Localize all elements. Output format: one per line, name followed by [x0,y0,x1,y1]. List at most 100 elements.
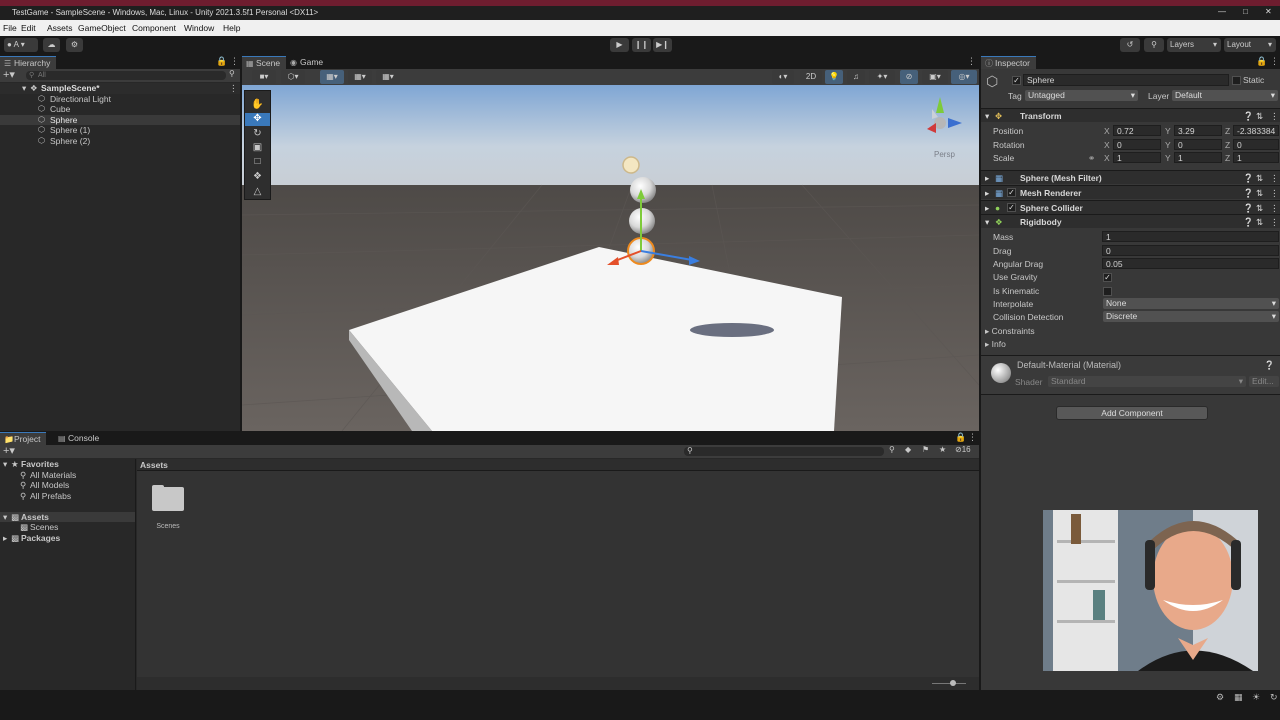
project-search-input[interactable]: ⚲ [684,446,884,456]
scene-viewport[interactable]: Persp ✋ ✥ ↻ ▣ □ ❖ △ [242,85,979,431]
mesh-renderer-enabled-checkbox[interactable]: ✓ [1007,188,1016,197]
scale-x-field[interactable]: 1 [1113,152,1161,163]
menu-assets[interactable]: Assets [47,23,73,33]
constraints-foldout[interactable]: ▸ Constraints [985,325,1035,337]
camera-dropdown[interactable]: ▣▾ [922,70,948,84]
interpolate-dropdown[interactable]: None ▾ [1103,298,1279,309]
tag-dropdown[interactable]: Untagged ▾ [1025,90,1138,101]
collab-icon[interactable]: ⚙ [66,38,83,52]
info-foldout[interactable]: ▸ Info [985,338,1006,350]
mass-field[interactable]: 1 [1102,231,1279,242]
hierarchy-item[interactable]: ⬡ Cube [0,104,240,115]
rotation-y-field[interactable]: 0 [1174,139,1222,150]
sphere-collider-component-header[interactable]: ▸ ● ✓ Sphere Collider ❔ ⇅ ⋮ [981,200,1280,214]
object-name-field[interactable]: Sphere [1023,74,1229,86]
bug-report-icon[interactable]: ⚙ [1216,692,1224,703]
icon-size-slider-thumb[interactable] [950,680,956,686]
shading-mode-dropdown[interactable]: ◐▾ [772,70,794,84]
custom-tool-icon[interactable]: △ [245,186,270,199]
scene-row[interactable]: ▾ ❖ SampleScene* ⋮ [0,83,240,94]
asset-grid-item[interactable]: Scenes [151,485,185,530]
preset-icon[interactable]: ⇅ [1256,201,1263,215]
breadcrumb-assets[interactable]: Assets [140,460,168,470]
menu-gameobject[interactable]: GameObject [78,23,126,33]
collision-detection-dropdown[interactable]: Discrete ▾ [1103,311,1279,322]
layers-dropdown[interactable]: Layers ▾ [1167,38,1221,52]
constrain-proportions-icon[interactable]: ⚭ [1088,153,1095,164]
step-button[interactable]: ▶❙ [653,38,672,52]
lock-icon[interactable]: 🔒 [216,56,227,67]
minimize-icon[interactable]: — [1218,7,1226,16]
lighting-toggle-icon[interactable]: 💡 [825,70,843,84]
favorite-item[interactable]: ⚲ All Prefabs [0,491,135,502]
favorite-item[interactable]: ⚲ All Models [0,480,135,491]
close-icon[interactable]: ✕ [1265,7,1272,16]
panel-menu-icon[interactable]: ⋮ [1270,56,1279,67]
use-gravity-checkbox[interactable]: ✓ [1103,273,1112,282]
draw-mode-dropdown[interactable]: ■▾ [252,70,276,84]
angular-drag-field[interactable]: 0.05 [1102,258,1279,269]
preset-icon[interactable]: ⇅ [1256,109,1263,123]
effects-dropdown[interactable]: ✦▾ [869,70,895,84]
menu-help[interactable]: Help [223,23,240,33]
create-icon[interactable]: +▾ [3,445,15,457]
transform-tool-icon[interactable]: ❖ [245,171,270,184]
move-tool-icon[interactable]: ✥ [245,113,270,126]
help-icon[interactable]: ❔ [1264,360,1275,371]
mesh-filter-component-header[interactable]: ▸ ▦ Sphere (Mesh Filter) ❔ ⇅ ⋮ [981,170,1280,184]
static-checkbox[interactable] [1232,76,1241,85]
scene-menu-icon[interactable]: ⋮ [229,83,238,94]
search-by-type-icon[interactable]: ⚲ [889,445,895,454]
scale-y-field[interactable]: 1 [1174,152,1222,163]
lock-icon[interactable]: 🔒 [1256,56,1267,67]
incremental-snap-dropdown[interactable]: ▦▾ [376,70,400,84]
shader-dropdown[interactable]: Standard ▾ [1048,376,1246,387]
gizmos-dropdown[interactable]: ◎▾ [951,70,977,84]
icon-size-slider-track[interactable] [932,683,966,684]
grid-snap-dropdown[interactable]: ▦▾ [320,70,344,84]
layer-dropdown[interactable]: Default ▾ [1172,90,1278,101]
active-checkbox[interactable]: ✓ [1012,76,1021,85]
rotate-tool-icon[interactable]: ↻ [245,128,270,141]
sphere-2-object[interactable] [630,177,656,203]
play-button[interactable]: ▶ [610,38,629,52]
component-menu-icon[interactable]: ⋮ [1270,201,1279,215]
progress-icon[interactable]: ↻ [1270,692,1278,703]
rotation-z-field[interactable]: 0 [1233,139,1279,150]
favorites-row[interactable]: ▾ ★ Favorites [0,459,135,470]
tab-scene[interactable]: ▦ Scene [242,56,287,69]
cache-server-icon[interactable]: ▦ [1234,692,1243,703]
preset-icon[interactable]: ⇅ [1256,186,1263,200]
scene-render[interactable]: Persp [242,85,979,431]
layout-dropdown[interactable]: Layout ▾ [1224,38,1276,52]
scene-visibility-icon[interactable]: ⚲ [229,69,235,78]
add-component-button[interactable]: Add Component [1056,406,1208,420]
preset-icon[interactable]: ⇅ [1256,215,1263,229]
menu-component[interactable]: Component [132,23,176,33]
help-icon[interactable]: ❔ [1243,186,1254,200]
help-icon[interactable]: ❔ [1243,215,1254,229]
search-icon[interactable]: ⚲ [1144,38,1164,52]
position-x-field[interactable]: 0.72 [1113,125,1161,136]
panel-menu-icon[interactable]: ⋮ [967,56,976,67]
lock-icon[interactable]: 🔒 [955,432,966,443]
snap-increment-dropdown[interactable]: ▦▾ [348,70,372,84]
panel-menu-icon[interactable]: ⋮ [968,432,977,443]
rigidbody-component-header[interactable]: ▾ ❖ Rigidbody ❔ ⇅ ⋮ [981,214,1280,228]
auto-generate-lighting-icon[interactable]: ☀ [1252,692,1260,703]
transform-component-header[interactable]: ▾ ✥ Transform ❔ ⇅ ⋮ [981,108,1280,122]
hierarchy-item-selected[interactable]: ⬡ Sphere [0,114,240,125]
packages-folder-row[interactable]: ▸ ▩ Packages [0,533,135,544]
search-by-label-icon[interactable]: ◆ [905,445,911,454]
rotation-x-field[interactable]: 0 [1113,139,1161,150]
expand-arrow-icon[interactable]: ▾ [22,83,26,94]
menu-edit[interactable]: Edit [21,23,36,33]
assets-folder-row[interactable]: ▾ ▩ Assets [0,511,135,522]
tab-project[interactable]: 📁 Project [0,432,47,445]
position-z-field[interactable]: -2.383384 [1233,125,1279,136]
pause-button[interactable]: ❙❙ [632,38,651,52]
help-icon[interactable]: ❔ [1243,171,1254,185]
hierarchy-search-input[interactable]: ⚲ All [26,71,226,80]
hierarchy-item[interactable]: ⬡ Sphere (1) [0,125,240,136]
tab-console[interactable]: ▤ Console [54,432,105,445]
